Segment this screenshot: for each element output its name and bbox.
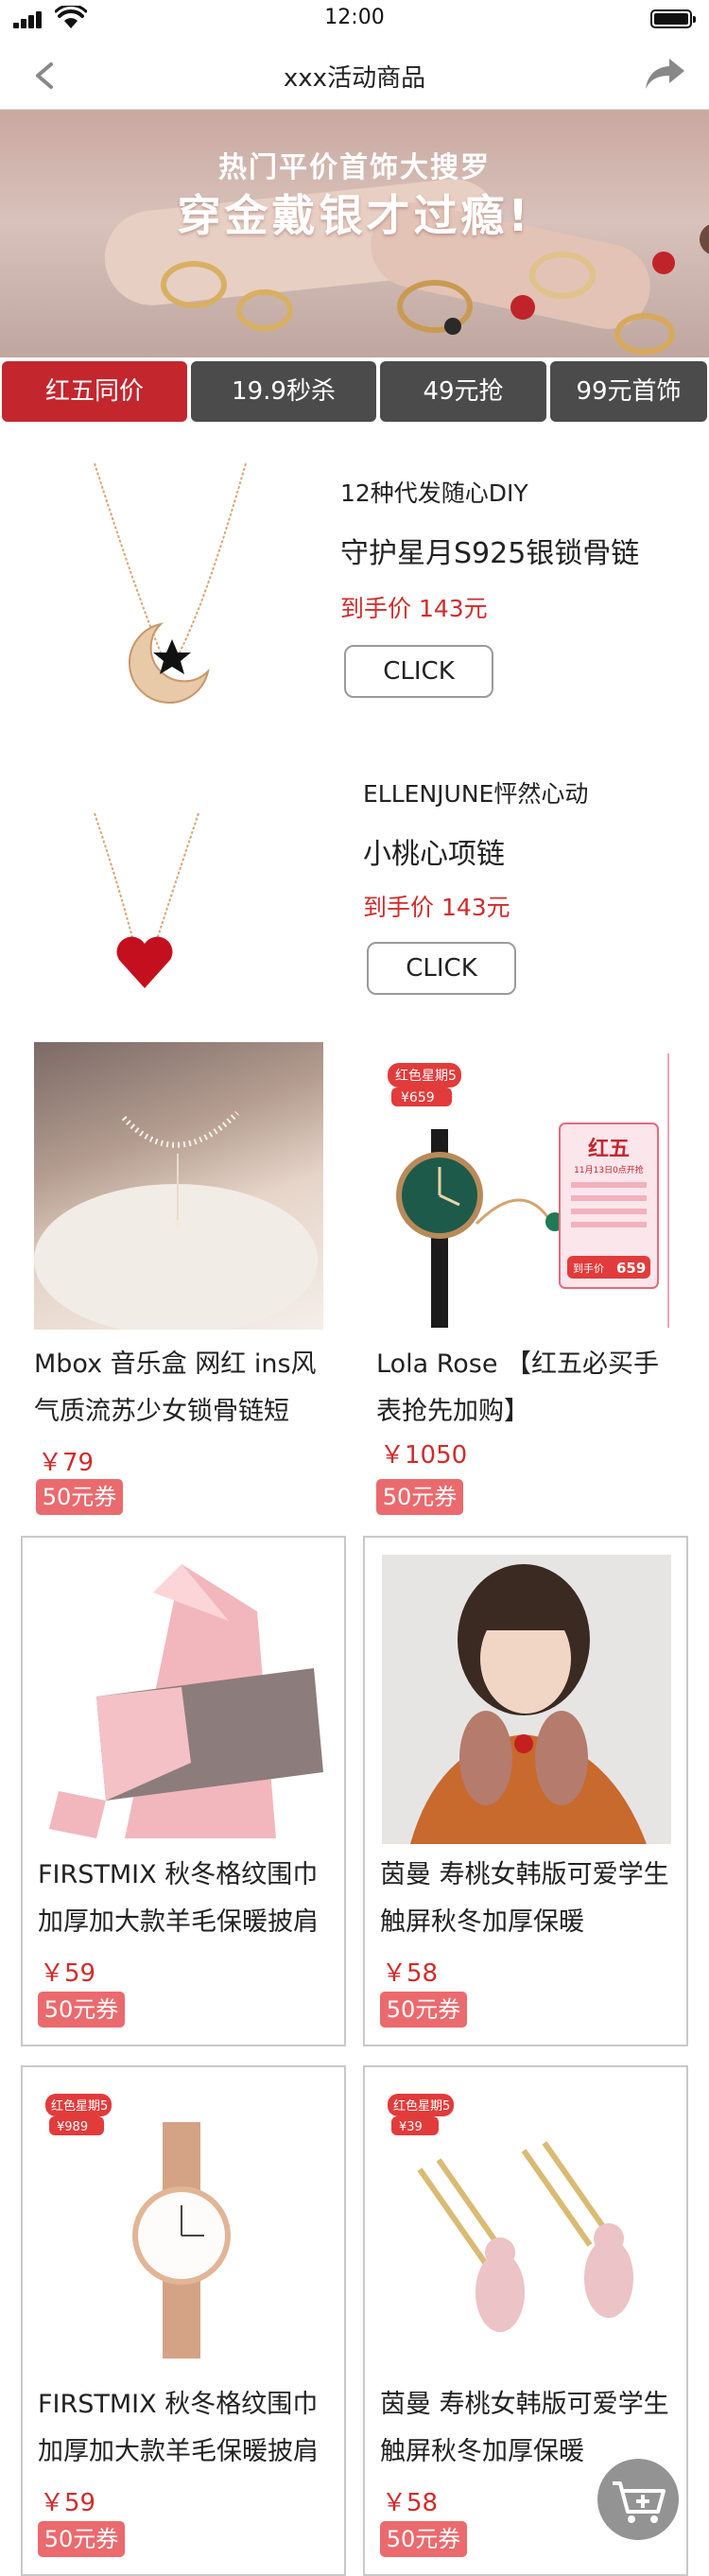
product-price: ￥1050 [380,1441,468,1470]
product-card[interactable]: 红色星期5 ¥659 红五 11月13日0点开抢 到手价 659 Lola Ro… [376,1042,701,1524]
product-title-line2: 加厚加大款羊毛保暖披肩 [38,2437,319,2466]
featured-1-name: 守护星月S925银锁骨链 [340,537,640,570]
status-time: 12:00 [324,6,385,29]
product-title-line1: 茵曼 寿桃女韩版可爱学生 [380,1860,669,1889]
product-title-line1: FIRSTMIX 秋冬格纹围巾 [38,1860,319,1889]
moon-necklace-image[interactable] [57,454,312,728]
product-title-line1: 茵曼 寿桃女韩版可爱学生 [380,2390,669,2419]
pink-scarf-photo[interactable] [40,1555,329,1844]
product-card[interactable]: 红色星期5 ¥989 FIRSTMIX 秋冬格纹围巾 加厚加大款羊毛保暖披肩 ￥… [21,2065,346,2576]
featured-1-click-button[interactable]: CLICK [344,645,493,698]
product-card[interactable]: 茵曼 寿桃女韩版可爱学生 触屏秋冬加厚保暖 ￥58 50元券 [363,1536,688,2046]
coupon-badge[interactable]: 50元券 [380,1992,467,2028]
badge-top-label: 红色星期5 [395,1068,457,1084]
badge-panel-price-label: 到手价 [573,1262,604,1275]
gloves-model-photo[interactable] [382,1555,671,1844]
featured-2-price: 到手价 143元 [363,894,510,921]
coupon-badge[interactable]: 50元券 [376,1479,463,1515]
product-title-line1: Mbox 音乐盒 网红 ins风 [34,1349,317,1379]
product-title-line2: 加厚加大款羊毛保暖披肩 [38,1907,319,1937]
heart-necklace-image[interactable] [57,757,293,1012]
featured-1-price: 到手价 143元 [340,595,488,622]
nav-bar: xxx活动商品 [0,38,709,110]
battery-icon [650,9,696,28]
featured-1-brand: 12种代发随心DIY [340,479,528,507]
share-icon[interactable] [643,55,688,93]
product-title-line2: 气质流苏少女锁骨链短 [34,1397,289,1426]
coupon-badge[interactable]: 50元券 [380,2521,467,2557]
tab-red-five[interactable]: 红五同价 [2,361,187,422]
featured-2-name: 小桃心项链 [363,838,505,871]
badge-top-label: 红色星期5 [51,2098,108,2114]
product-title-line1: FIRSTMIX 秋冬格纹围巾 [38,2390,319,2419]
product-price: ￥58 [382,2489,439,2517]
cart-button[interactable] [597,2459,679,2540]
product-price: ￥59 [40,1959,96,1988]
pearl-necklace-photo[interactable] [34,1042,323,1330]
badge-price: ¥659 [401,1090,435,1105]
tab-49-deal[interactable]: 49元抢 [380,361,546,422]
product-card[interactable]: Mbox 音乐盒 网红 ins风 气质流苏少女锁骨链短 ￥79 50元券 [34,1042,359,1524]
tab-19-9-flash-sale[interactable]: 19.9秒杀 [191,361,376,422]
bear-pin-earrings-photo[interactable]: 红色星期5 ¥39 [382,2084,671,2374]
tab-99-jewelry[interactable]: 99元首饰 [550,361,707,422]
coupon-badge[interactable]: 50元券 [36,1479,123,1515]
product-price: ￥79 [38,1449,95,1477]
product-price: ￥59 [40,2489,96,2517]
page-title: xxx活动商品 [283,64,426,93]
badge-panel-title: 红五 [588,1137,630,1161]
coupon-badge[interactable]: 50元券 [38,2521,125,2557]
badge-panel-date: 11月13日0点开抢 [574,1164,644,1175]
product-card[interactable]: FIRSTMIX 秋冬格纹围巾 加厚加大款羊毛保暖披肩 ￥59 50元券 [21,1536,346,2046]
product-title-line2: 表抢先加购】 [376,1397,529,1426]
badge-price: ¥39 [399,2120,423,2134]
add-to-cart-icon [613,2481,666,2523]
product-title-line1: Lola Rose 【红五必买手 [376,1349,660,1379]
featured-2-click-button[interactable]: CLICK [367,942,516,995]
green-watch-photo[interactable]: 红色星期5 ¥659 红五 11月13日0点开抢 到手价 659 [382,1053,669,1328]
coupon-badge[interactable]: 50元券 [38,1992,125,2028]
rose-gold-watch-photo[interactable]: 红色星期5 ¥989 [40,2084,329,2374]
product-title-line2: 触屏秋冬加厚保暖 [380,1907,584,1937]
category-tabs: 红五同价 19.9秒杀 49元抢 99元首饰 [0,357,709,426]
badge-panel-price: 659 [616,1260,646,1277]
banner-subtitle: 热门平价首饰大搜罗 [218,151,491,184]
featured-2-brand: ELLENJUNE怦然心动 [363,780,589,808]
product-price: ￥58 [382,1959,439,1988]
banner-title: 穿金戴银才过瘾! [177,190,532,241]
status-bar: 12:00 [0,0,709,38]
badge-price: ¥989 [57,2120,88,2134]
badge-top-label: 红色星期5 [393,2098,450,2114]
promo-banner[interactable]: 热门平价首饰大搜罗 穿金戴银才过瘾! [0,110,709,357]
